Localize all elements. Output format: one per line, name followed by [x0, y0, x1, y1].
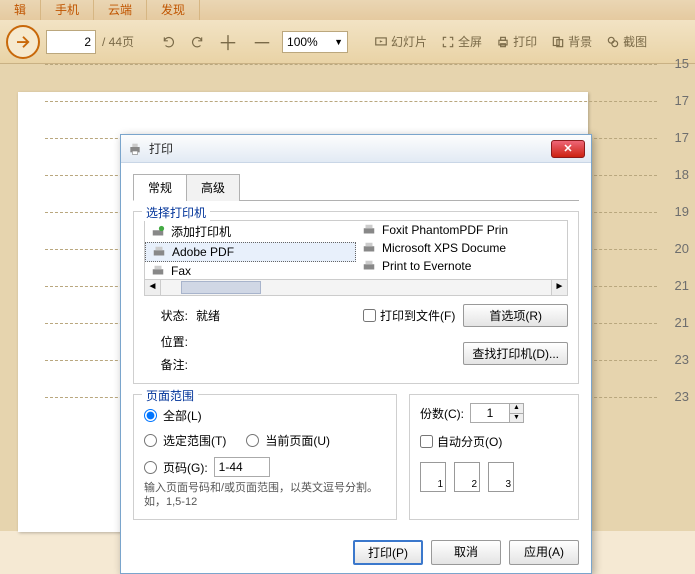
redo-icon[interactable]	[186, 35, 208, 49]
location-label: 位置:	[144, 333, 188, 350]
print-dialog: 打印 ✕ 常规 高级 选择打印机 添加打印机 Adobe PDF Fax Fox…	[120, 134, 592, 574]
radio-all[interactable]	[144, 409, 157, 422]
scroll-thumb[interactable]	[181, 281, 261, 294]
cancel-button[interactable]: 取消	[431, 540, 501, 565]
pages-input[interactable]	[214, 457, 270, 477]
radio-selection[interactable]	[144, 434, 157, 447]
printer-list[interactable]: 添加打印机 Adobe PDF Fax Foxit PhantomPDF Pri…	[144, 220, 568, 280]
fullscreen-button[interactable]: 全屏	[437, 33, 486, 50]
zoom-select[interactable]: 100%▼	[282, 31, 348, 53]
scroll-left-icon[interactable]: ◄	[145, 280, 161, 295]
printer-icon	[362, 259, 376, 273]
printer-item-add[interactable]: 添加打印机	[145, 221, 356, 242]
print-to-file-checkbox[interactable]: 打印到文件(F)	[363, 307, 455, 324]
vertical-ruler: 15 17 17 18 19 20 21 21 23 23	[645, 64, 691, 434]
background-button[interactable]: 背景	[547, 33, 596, 50]
page-range-group: 页面范围 全部(L) 选定范围(T) 当前页面(U) 页码(G): 输入页面号码…	[133, 394, 397, 520]
printer-icon	[151, 264, 165, 278]
undo-icon[interactable]	[158, 35, 180, 49]
print-submit-button[interactable]: 打印(P)	[353, 540, 423, 565]
collate-preview: 1 2 3	[420, 462, 568, 492]
apply-button[interactable]: 应用(A)	[509, 540, 579, 565]
printer-list-scrollbar[interactable]: ◄ ►	[144, 280, 568, 296]
printer-icon	[362, 241, 376, 255]
scroll-right-icon[interactable]: ►	[551, 280, 567, 295]
close-button[interactable]: ✕	[551, 140, 585, 158]
page-stack-icon: 1	[420, 462, 446, 492]
zoom-out-icon[interactable]: －	[248, 27, 276, 56]
printer-item-evernote[interactable]: Print to Evernote	[356, 257, 567, 275]
dialog-footer: 打印(P) 取消 应用(A)	[121, 532, 591, 573]
slideshow-button[interactable]: 幻灯片	[370, 33, 431, 50]
copies-input[interactable]	[471, 404, 509, 422]
tab-mobile[interactable]: 手机	[41, 0, 94, 20]
zoom-in-icon[interactable]: ＋	[214, 27, 242, 56]
tab-cloud[interactable]: 云端	[94, 0, 147, 20]
printer-group: 选择打印机 添加打印机 Adobe PDF Fax Foxit PhantomP…	[133, 211, 579, 384]
tab-edit[interactable]: 辑	[0, 0, 41, 20]
dialog-tabs: 常规 高级	[133, 173, 579, 201]
status-label: 状态:	[144, 307, 188, 324]
printer-icon	[127, 141, 143, 157]
printer-icon	[152, 245, 166, 259]
select-printer-label: 选择打印机	[142, 204, 210, 221]
page-range-label: 页面范围	[142, 387, 198, 404]
pages-hint: 输入页面号码和/或页面范围，以英文逗号分割。如，1,5-12	[144, 481, 386, 509]
nav-next-button[interactable]	[6, 25, 40, 59]
printer-icon	[362, 223, 376, 237]
comment-label: 备注:	[144, 356, 188, 373]
copies-spinner[interactable]: ▲▼	[470, 403, 524, 423]
printer-item-adobe-pdf[interactable]: Adobe PDF	[145, 242, 356, 262]
tab-general[interactable]: 常规	[133, 174, 187, 201]
radio-current[interactable]	[246, 434, 259, 447]
screenshot-button[interactable]: 截图	[602, 33, 651, 50]
find-printer-button[interactable]: 查找打印机(D)...	[463, 342, 568, 365]
preferences-button[interactable]: 首选项(R)	[463, 304, 568, 327]
status-value: 就绪	[196, 307, 355, 324]
page-number-input[interactable]	[46, 30, 96, 54]
tab-discover[interactable]: 发现	[147, 0, 200, 20]
page-stack-icon: 2	[454, 462, 480, 492]
printer-item-fax[interactable]: Fax	[145, 262, 356, 280]
page-stack-icon: 3	[488, 462, 514, 492]
radio-pages[interactable]	[144, 461, 157, 474]
printer-item-xps[interactable]: Microsoft XPS Docume	[356, 239, 567, 257]
page-total: / 44页	[102, 33, 134, 50]
printer-item-foxit[interactable]: Foxit PhantomPDF Prin	[356, 221, 567, 239]
tab-advanced[interactable]: 高级	[186, 174, 240, 201]
collate-checkbox[interactable]: 自动分页(O)	[420, 433, 568, 450]
spin-down-icon[interactable]: ▼	[510, 414, 523, 423]
toolbar: / 44页 ＋ － 100%▼ 幻灯片 全屏 打印 背景 截图	[0, 20, 695, 64]
dialog-title: 打印	[149, 140, 551, 157]
app-tabs: 辑 手机 云端 发现	[0, 0, 695, 20]
spin-up-icon[interactable]: ▲	[510, 404, 523, 414]
add-printer-icon	[151, 225, 165, 239]
print-button[interactable]: 打印	[492, 33, 541, 50]
copies-group: 份数(C): ▲▼ 自动分页(O) 1 2 3	[409, 394, 579, 520]
dialog-titlebar[interactable]: 打印 ✕	[121, 135, 591, 163]
copies-label: 份数(C):	[420, 405, 464, 422]
